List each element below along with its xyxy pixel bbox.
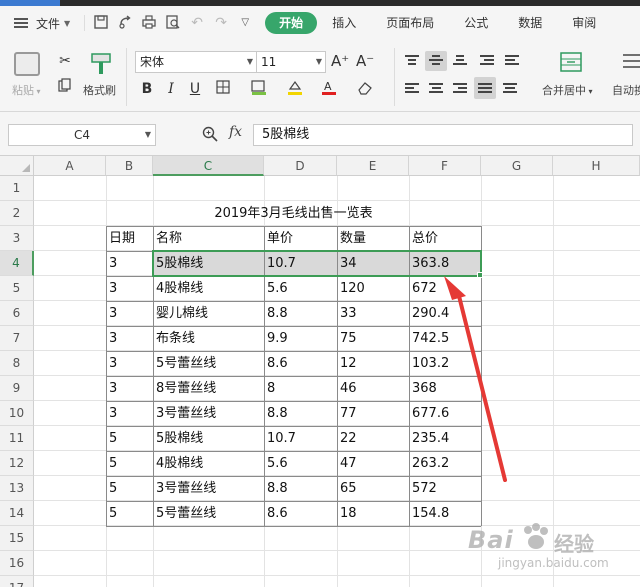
watermark-text: 经验: [554, 532, 594, 556]
watermark-url: jingyan.baidu.com: [498, 556, 609, 570]
watermark-brand: Bai: [468, 526, 514, 554]
baidu-watermark: Bai 经验 jingyan.baidu.com: [468, 520, 638, 580]
spreadsheet-window: 文件 ▼ ↶ ↷ ▽ 开始 插入 页面布局 公式 数据 审阅 粘贴 ▾ ✂ 格式…: [0, 0, 640, 587]
paw-icon: [524, 523, 548, 549]
annotation-arrow: [444, 276, 507, 482]
